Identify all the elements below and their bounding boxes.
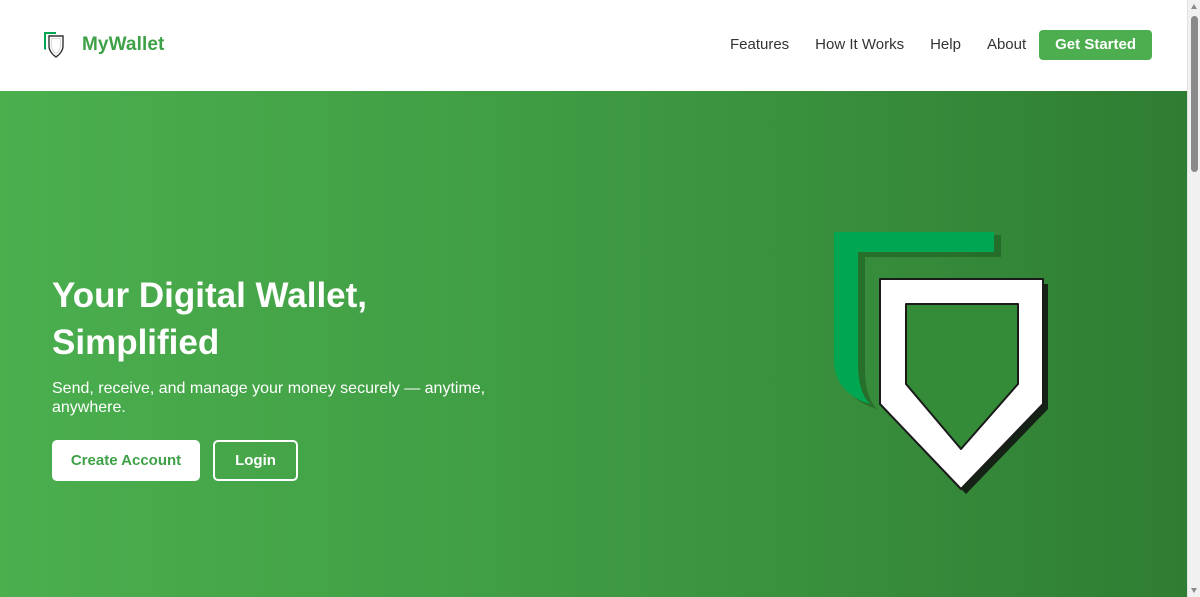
scroll-up-arrow-icon[interactable] bbox=[1191, 4, 1197, 9]
hero-subtitle: Send, receive, and manage your money sec… bbox=[52, 380, 486, 416]
hero-actions: Create Account Login bbox=[52, 440, 298, 481]
hero-title-line1: Your Digital Wallet, bbox=[52, 276, 368, 315]
scroll-down-arrow-icon[interactable] bbox=[1191, 588, 1197, 593]
nav-link-features[interactable]: Features bbox=[730, 30, 789, 60]
hero-section: Your Digital Wallet, Simplified Send, re… bbox=[0, 91, 1187, 597]
shield-icon bbox=[44, 32, 64, 58]
nav-link-how-it-works[interactable]: How It Works bbox=[815, 30, 904, 60]
brand-name: MyWallet bbox=[82, 34, 165, 55]
main-nav: Features How It Works Help About Get Sta… bbox=[730, 30, 1152, 60]
hero-title-line2: Simplified bbox=[52, 323, 220, 362]
page: MyWallet Features How It Works Help Abou… bbox=[0, 0, 1187, 597]
get-started-button[interactable]: Get Started bbox=[1039, 30, 1152, 60]
nav-link-about[interactable]: About bbox=[987, 30, 1026, 60]
shield-icon bbox=[834, 232, 1048, 494]
login-button[interactable]: Login bbox=[213, 440, 298, 481]
nav-link-help[interactable]: Help bbox=[930, 30, 961, 60]
site-header: MyWallet Features How It Works Help Abou… bbox=[0, 0, 1187, 91]
create-account-button[interactable]: Create Account bbox=[52, 440, 200, 481]
brand[interactable]: MyWallet bbox=[42, 30, 164, 60]
scrollbar-thumb[interactable] bbox=[1191, 16, 1198, 172]
hero-title: Your Digital Wallet, Simplified bbox=[52, 272, 572, 366]
page-scrollbar[interactable] bbox=[1187, 0, 1200, 597]
